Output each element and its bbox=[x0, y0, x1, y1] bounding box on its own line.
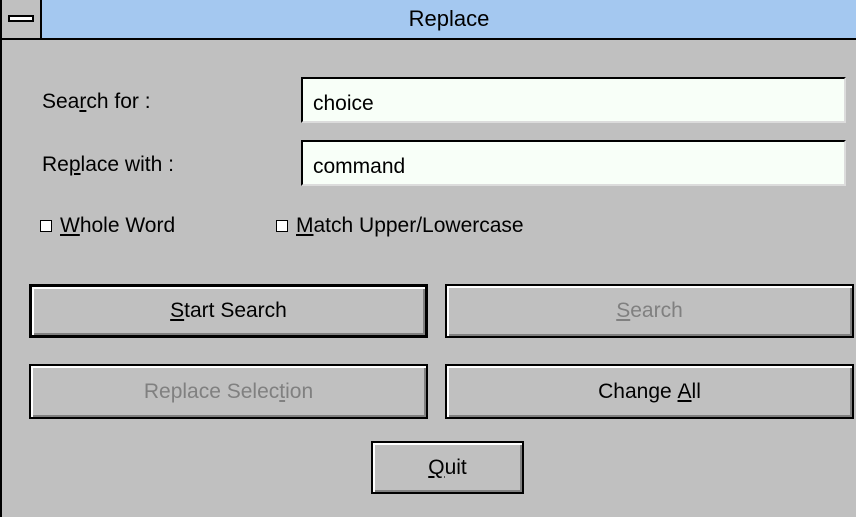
checkbox-icon bbox=[40, 220, 52, 232]
search-for-label: Search for : bbox=[42, 90, 151, 113]
system-menu-icon bbox=[8, 15, 34, 22]
change-all-button[interactable]: Change All bbox=[445, 364, 854, 419]
whole-word-checkbox[interactable]: Whole Word bbox=[40, 214, 175, 238]
match-case-checkbox[interactable]: Match Upper/Lowercase bbox=[276, 214, 524, 238]
replace-with-label: Replace with : bbox=[42, 153, 174, 176]
checkbox-icon bbox=[276, 220, 288, 232]
quit-button[interactable]: Quit bbox=[371, 441, 524, 494]
replace-with-input[interactable] bbox=[301, 140, 846, 186]
window-title: Replace bbox=[408, 6, 490, 31]
whole-word-label: Whole Word bbox=[60, 214, 176, 237]
search-for-input[interactable] bbox=[301, 77, 846, 123]
start-search-button[interactable]: Start Search bbox=[29, 284, 428, 338]
replace-selection-button[interactable]: Replace Selec t ion bbox=[29, 364, 428, 419]
match-case-label: Match Upper/Lowercase bbox=[296, 214, 524, 237]
search-button[interactable]: Search bbox=[445, 284, 854, 338]
title-bar[interactable]: Replace bbox=[2, 0, 856, 40]
system-menu-button[interactable] bbox=[2, 0, 42, 38]
replace-dialog: Replace Search for : Replace with : Whol… bbox=[0, 0, 856, 517]
